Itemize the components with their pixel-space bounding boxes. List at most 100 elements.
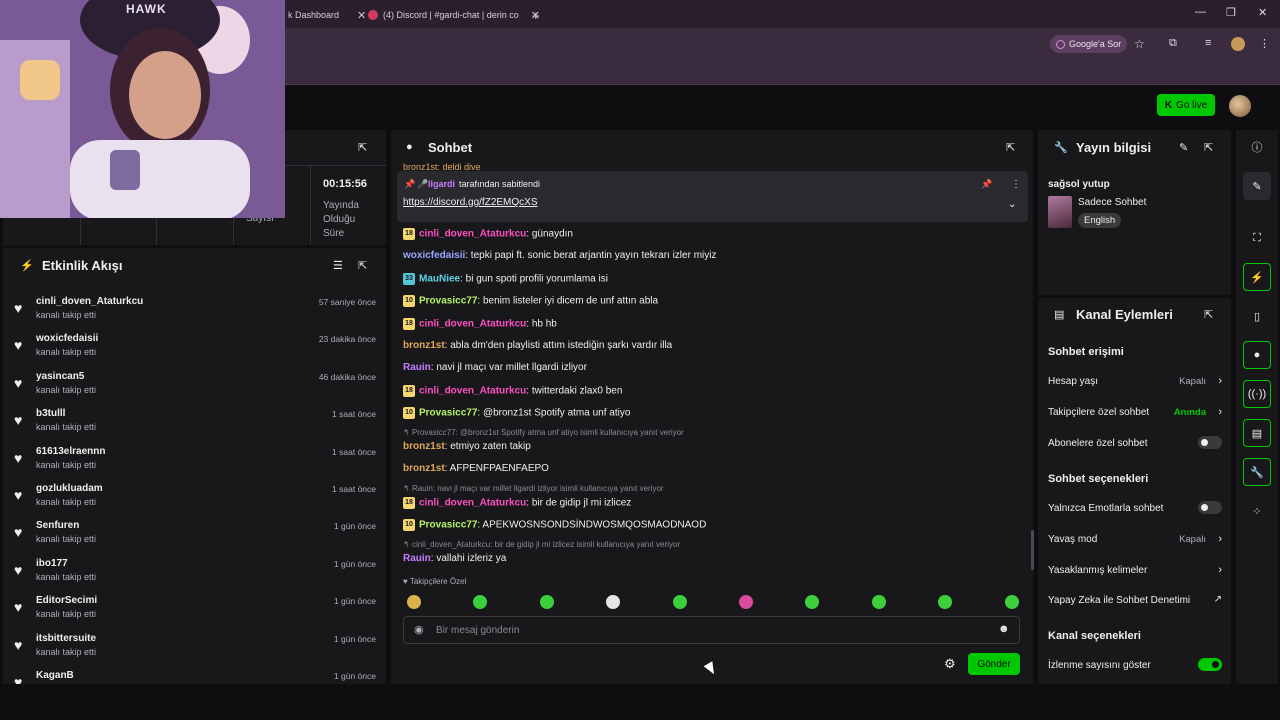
activity-action: kanalı takip etti [36,422,97,433]
emote-icon[interactable] [739,595,753,609]
emote-icon[interactable] [871,595,886,609]
reply-context: ↰ Provasicc77: @bronz1st Spotify atma un… [403,428,684,437]
chat-message[interactable]: Rauin: navi jl maçı var millet llgardi i… [403,362,587,373]
notes-icon[interactable]: ▯ [1243,302,1271,330]
chat-username[interactable]: woxicfedaisii [403,250,465,261]
activity-item[interactable]: ♥ b3tulll kanalı takip etti 1 saat önce [14,408,376,438]
emote-icon[interactable] [407,595,421,609]
chat-username[interactable]: bronz1st [403,340,445,351]
broadcast-icon[interactable]: ((·)) [1243,380,1271,408]
chat-message[interactable]: 10 Provasicc77: @bronz1st Spotify atma un… [403,407,630,419]
chat-username[interactable]: cinli_doven_Ataturkcu [419,319,526,330]
activity-item[interactable]: ♥ Senfuren kanalı takip etti 1 gün önce [14,520,376,550]
setting-label: Yasaklanmış kelimeler [1048,565,1148,576]
new-tab-icon[interactable]: + [532,4,540,26]
chat-username[interactable]: MauNiee [419,274,460,285]
chat-message[interactable]: bronz1st: abla dm'den playlisti attım is… [403,340,672,351]
chat-message[interactable]: bronz1st: AFPENFPAENFAEPO [403,463,549,474]
chat-message[interactable]: bronz1st: etmiyo zaten takip [403,441,531,452]
emote-icon[interactable] [672,595,687,609]
chat-message[interactable]: woxicfedaisii: tepki papi ft. sonic bera… [403,250,716,261]
info-icon[interactable]: ⓘ [1243,133,1271,161]
setting-label: Abonelere özel sohbet [1048,438,1148,449]
chat-username[interactable]: Provasicc77 [419,408,477,419]
activity-user: EditorSecimi [36,595,98,607]
chat-username[interactable]: cinli_doven_Ataturkcu [419,498,526,509]
slow-mode-row[interactable]: Yavaş mod Kapalı › [1048,533,1222,545]
chat-icon[interactable]: ● [1243,341,1271,369]
google-sor-button[interactable]: Google'a Sor [1050,35,1128,53]
activity-item[interactable]: ♥ cinli_doven_Ataturkcu kanalı takip etti 5… [14,296,376,326]
activity-item[interactable]: ♥ ibo177 kanalı takip etti 1 gün önce [14,558,376,588]
subscribers-only-toggle[interactable] [1198,436,1222,449]
chat-username[interactable]: Provasicc77 [419,296,477,307]
popout-icon[interactable]: ⇱ [1204,308,1213,321]
popout-icon[interactable]: ⇱ [1204,141,1213,154]
unpin-icon[interactable]: 📌 [981,179,992,190]
activity-item[interactable]: ♥ 61613elraennn kanalı takip etti 1 saat ön… [14,446,376,476]
close-window-icon[interactable]: ✕ [1258,6,1267,19]
ai-moderation-row[interactable]: Yapay Zeka ile Sohbet Denetimi ↗ [1048,594,1222,606]
reading-list-icon[interactable]: ≡ [1205,37,1211,49]
chat-message[interactable]: 10 Provasicc77: APEKWOSNSONDSİNDWOSMQOSMA… [403,519,706,531]
emoji-icon[interactable]: ☻ [998,623,1010,635]
chat-username[interactable]: Rauin [403,553,431,564]
chat-scrollbar[interactable] [1031,530,1034,570]
activity-item[interactable]: ♥ itsbittersuite kanalı takip etti 1 gün ön… [14,633,376,663]
chat-message[interactable]: 18 cinli_doven_Ataturkcu: twitterdaki zla… [403,385,622,397]
activity-icon[interactable]: ⚡ [1243,263,1271,291]
activity-user: KaganB [36,670,74,681]
fullscreen-icon[interactable]: ⛶ [1243,224,1271,252]
chat-username[interactable]: Provasicc77 [419,520,477,531]
followers-only-row[interactable]: Takipçilere özel sohbet Anında › [1048,406,1222,418]
extensions-icon[interactable]: ⧉ [1169,37,1177,50]
activity-item[interactable]: ♥ gozlukluadam kanalı takip etti 1 saat önc… [14,483,376,513]
apps-icon[interactable]: ⁘ [1243,497,1271,525]
chat-username[interactable]: cinli_doven_Ataturkcu [419,386,526,397]
chat-username[interactable]: bronz1st [403,463,445,474]
chat-message[interactable]: 18 cinli_doven_Ataturkcu: hb hb [403,318,557,330]
edit-icon[interactable]: ✎ [1179,141,1188,154]
activity-item[interactable]: ♥ woxicfedaisii kanalı takip etti 23 dakika… [14,333,376,363]
heart-icon: ♥ [14,674,23,684]
chevron-down-icon[interactable]: ⌄ [1008,199,1016,210]
chat-message[interactable]: 18 cinli_doven_Ataturkcu: günaydın [403,228,573,240]
emote-icon[interactable] [539,595,554,609]
bookmark-star-icon[interactable]: ☆ [1134,37,1145,51]
banned-words-row[interactable]: Yasaklanmış kelimeler › [1048,564,1222,576]
browser-menu-icon[interactable]: ⋮ [1259,37,1270,50]
chat-username[interactable]: bronz1st [403,441,445,452]
chat-message[interactable]: 10 Provasicc77: benim listeler iyi dicem … [403,295,658,307]
language-tag: English [1078,213,1122,228]
account-age-row[interactable]: Hesap yaşı Kapalı › [1048,375,1222,387]
show-viewers-toggle[interactable] [1198,658,1222,671]
activity-time: 46 dakika önce [318,371,376,382]
pinned-link[interactable]: https://discord.gg/fZ2EMQcXS [403,197,538,208]
activity-item[interactable]: ♥ yasincan5 kanalı takip etti 46 dakika önc… [14,371,376,401]
wrench-icon[interactable]: 🔧 [1243,458,1271,486]
pinned-message: 📌 🎤 llgardi tarafından sabitlendi https:… [397,171,1028,222]
activity-action: kanalı takip etti [36,497,97,507]
user-avatar[interactable] [1229,95,1251,117]
profile-avatar[interactable] [1231,37,1245,51]
actions-icon[interactable]: ▤ [1243,419,1271,447]
maximize-icon[interactable]: ❐ [1226,6,1236,19]
settings-gear-icon[interactable]: ⚙ [944,656,956,672]
send-button[interactable]: Gönder [968,653,1020,675]
go-live-button[interactable]: K Go live [1157,94,1215,116]
edit-icon[interactable]: ✎ [1243,172,1271,200]
more-icon[interactable]: ⋮ [1011,179,1021,190]
popout-icon[interactable]: ⇱ [1006,141,1015,154]
chat-username[interactable]: cinli_doven_Ataturkcu [419,229,526,240]
emote-icon[interactable] [1004,595,1019,609]
emote-only-toggle[interactable] [1198,501,1222,514]
chat-username[interactable]: Rauin [403,362,431,373]
tab-discord[interactable]: (4) Discord | #gardi-chat | derin co ✕ [368,4,540,26]
chat-message[interactable]: 33 MauNiee: bi gun spoti profili yorumlam… [403,273,608,285]
activity-item[interactable]: ♥ KaganB 1 gün önce [14,670,376,684]
activity-item[interactable]: ♥ EditorSecimi kanalı takip etti 1 gün önce [14,595,376,625]
chat-message[interactable]: Rauin: vallahi izleriz ya [403,553,506,564]
chat-message[interactable]: 18 cinli_doven_Ataturkcu: bir de gidip jl… [403,497,631,509]
chat-input[interactable]: ◉ Bir mesaj gönderin ☻ [403,616,1020,644]
minimize-icon[interactable]: — [1195,6,1206,18]
